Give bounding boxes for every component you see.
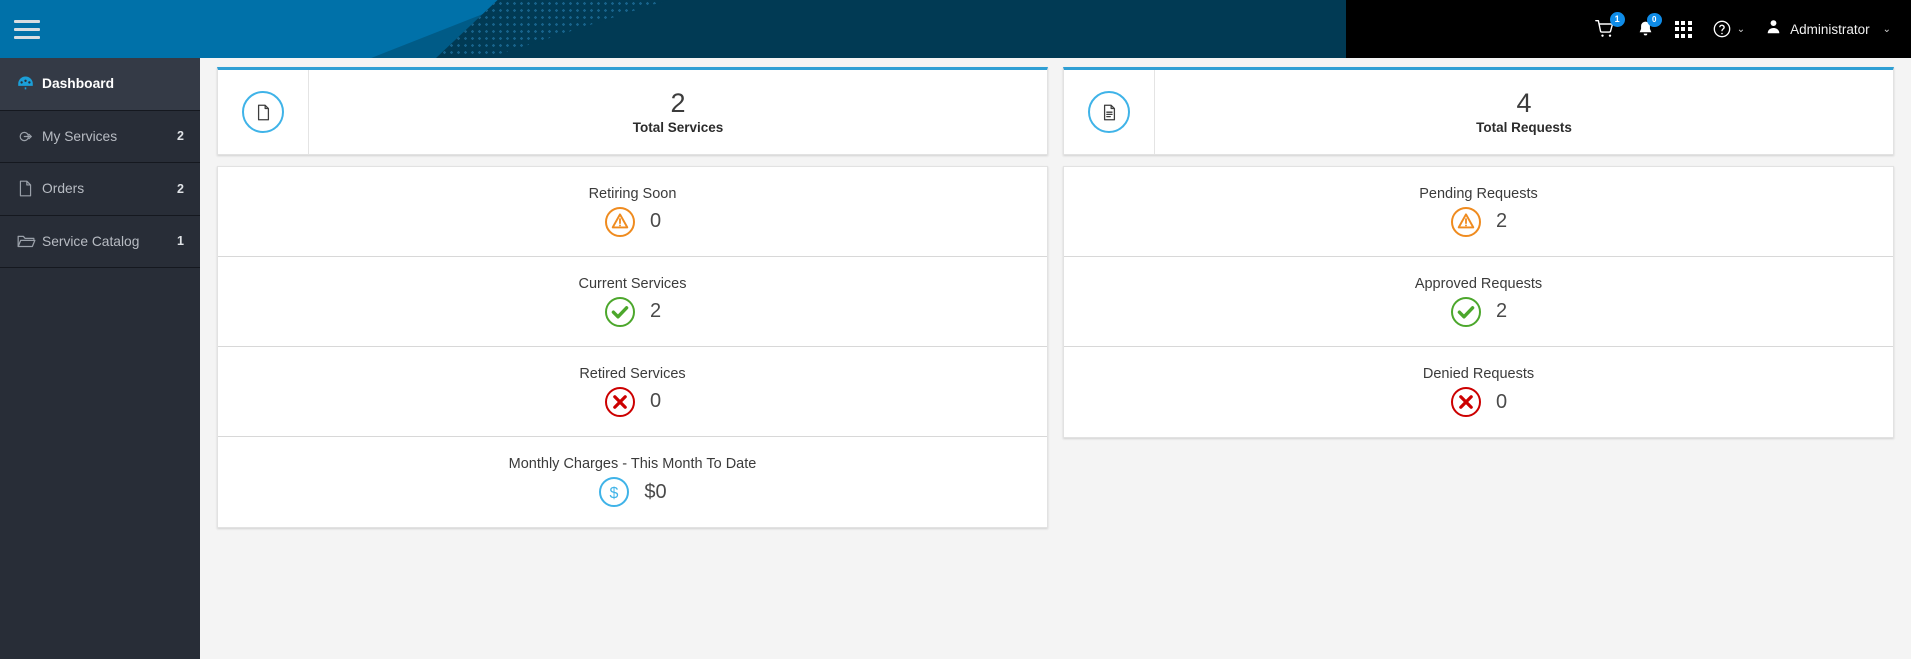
requests-column: 4 Total Requests Pending Requests 2 Appr… [1063, 67, 1894, 438]
my-services-icon [16, 127, 42, 146]
services-stats-card: Retiring Soon 0 Current Services 2 Retir… [217, 166, 1048, 528]
sidebar-label-service-catalog: Service Catalog [42, 233, 140, 249]
svg-text:$: $ [610, 485, 619, 502]
check-circle-icon [604, 296, 636, 328]
shopping-cart-icon[interactable]: 1 [1594, 12, 1625, 39]
stat-row-approved-requests[interactable]: Approved Requests 2 [1064, 257, 1893, 347]
sidebar-item-dashboard[interactable]: Dashboard [0, 58, 200, 111]
total-services-card[interactable]: 2 Total Services [217, 67, 1048, 155]
stat-value-pending-requests: 2 [1495, 210, 1508, 232]
total-services-icon-cell [218, 70, 309, 154]
stat-row-pending-requests[interactable]: Pending Requests 2 [1064, 167, 1893, 257]
document-lines-icon [1088, 91, 1130, 133]
header-actions: 1 0 ⌄ Administrator ⌄ [1594, 12, 1911, 41]
stat-title-denied-requests: Denied Requests [1422, 366, 1535, 382]
sidebar-count-orders: 2 [177, 181, 184, 196]
sidebar-label-orders: Orders [42, 181, 85, 197]
total-services-label: Total Services [632, 119, 724, 135]
orders-document-icon [16, 179, 42, 198]
sidebar-label-my-services: My Services [42, 128, 118, 144]
requests-stats-card: Pending Requests 2 Approved Requests 2 D… [1063, 166, 1894, 438]
user-name-label: Administrator [1790, 21, 1870, 37]
services-column: 2 Total Services Retiring Soon 0 Current… [217, 67, 1048, 528]
total-requests-label: Total Requests [1476, 119, 1572, 135]
bell-badge: 0 [1646, 12, 1662, 27]
stat-row-denied-requests[interactable]: Denied Requests 0 [1064, 347, 1893, 437]
warning-triangle-icon [1450, 206, 1482, 238]
sidebar-count-service-catalog: 1 [177, 234, 184, 249]
total-requests-card[interactable]: 4 Total Requests [1063, 67, 1894, 155]
help-chevron-down-icon[interactable]: ⌄ [1737, 24, 1745, 35]
stat-title-retiring-soon: Retiring Soon [588, 185, 677, 202]
stat-title-approved-requests: Approved Requests [1414, 275, 1543, 292]
user-menu[interactable]: Administrator ⌄ [1765, 17, 1891, 41]
stat-value-monthly-charges: $0 [644, 480, 667, 503]
service-catalog-folder-icon [16, 231, 42, 251]
total-services-value: 2 [670, 88, 686, 119]
sidebar-item-service-catalog[interactable]: Service Catalog 1 [0, 216, 200, 268]
hamburger-icon[interactable] [14, 19, 40, 39]
stat-row-retired-services[interactable]: Retired Services 0 [218, 347, 1047, 437]
document-blank-icon [242, 91, 284, 133]
notification-bell-icon[interactable]: 0 [1636, 12, 1662, 40]
user-avatar-icon [1765, 17, 1782, 41]
stat-value-current-services: 2 [649, 300, 662, 322]
dollar-circle-icon: $ [598, 476, 630, 508]
user-chevron-down-icon[interactable]: ⌄ [1883, 24, 1891, 35]
cart-badge: 1 [1609, 12, 1625, 27]
app-header: 1 0 ⌄ Administrator ⌄ [0, 0, 1911, 58]
sidebar-label-dashboard: Dashboard [42, 76, 115, 92]
dashboard-gauge-icon [16, 74, 42, 93]
dashboard-main: 2 Total Services Retiring Soon 0 Current… [200, 58, 1911, 659]
stat-row-retiring-soon[interactable]: Retiring Soon 0 [218, 167, 1047, 257]
sidebar-count-my-services: 2 [177, 129, 184, 144]
check-circle-icon [1450, 296, 1482, 328]
x-circle-icon [604, 386, 636, 418]
stat-value-retiring-soon: 0 [649, 210, 662, 232]
stat-title-retired-services: Retired Services [579, 365, 686, 382]
total-requests-value: 4 [1516, 88, 1532, 119]
sidebar: Dashboard My Services 2 Orders 2 Service… [0, 58, 200, 659]
stat-value-approved-requests: 2 [1495, 300, 1508, 322]
stat-value-denied-requests: 0 [1495, 390, 1508, 413]
total-requests-icon-cell [1064, 70, 1155, 154]
stat-row-monthly-charges[interactable]: Monthly Charges - This Month To Date $ $… [218, 437, 1047, 527]
total-services-text-cell: 2 Total Services [309, 70, 1047, 154]
x-circle-icon [1450, 386, 1482, 418]
stat-title-pending-requests: Pending Requests [1419, 185, 1538, 202]
sidebar-item-my-services[interactable]: My Services 2 [0, 111, 200, 163]
apps-grid-icon[interactable] [1674, 20, 1692, 38]
stat-row-current-services[interactable]: Current Services 2 [218, 257, 1047, 347]
stat-title-current-services: Current Services [578, 275, 687, 292]
warning-triangle-icon [604, 206, 636, 238]
stat-value-retired-services: 0 [649, 390, 662, 412]
total-requests-text-cell: 4 Total Requests [1155, 70, 1893, 154]
sidebar-item-orders[interactable]: Orders 2 [0, 163, 200, 216]
stat-title-monthly-charges: Monthly Charges - This Month To Date [508, 456, 757, 472]
help-circle-icon[interactable]: ⌄ [1712, 19, 1745, 39]
